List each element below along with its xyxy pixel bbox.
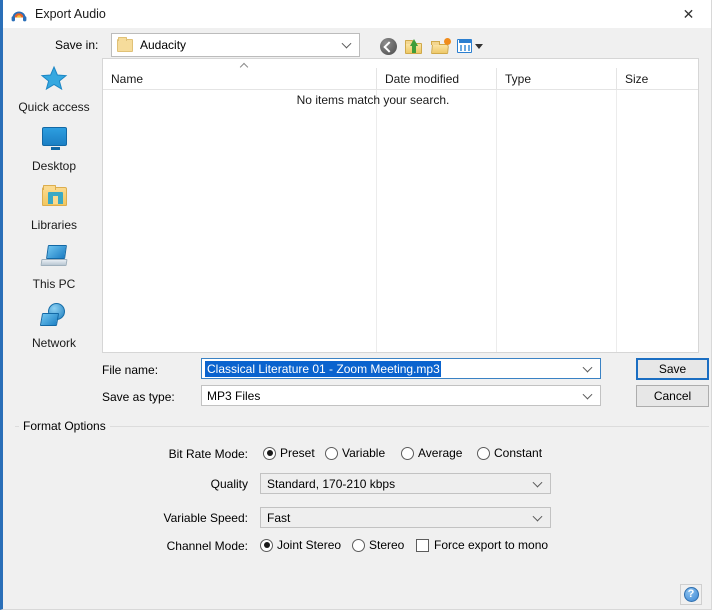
radio-label: Preset [280,446,315,460]
quality-combobox[interactable]: Standard, 170-210 kbps [260,473,551,494]
variable-speed-value: Fast [267,510,291,525]
back-button[interactable] [375,34,401,58]
up-one-level-button[interactable] [401,34,427,58]
folder-icon [117,36,133,52]
radio-icon [352,538,365,552]
checkbox-force-export-to-mono[interactable]: Force export to mono [416,538,548,552]
format-options-legend: Format Options [19,419,110,433]
this-pc-icon [37,241,71,273]
export-audio-dialog: Export Audio ✕ Save in: Audacity Quick a… [0,0,712,610]
checkbox-label: Force export to mono [434,538,549,552]
place-label: Quick access [18,100,90,114]
chevron-down-icon[interactable] [534,513,543,522]
radio-icon [260,538,273,552]
save-in-label: Save in: [55,38,99,52]
places-bar: Quick access Desktop Libraries This PC N… [10,64,98,352]
column-header-type[interactable]: Type [496,68,616,90]
up-one-level-icon [405,38,423,54]
place-item-desktop[interactable]: Desktop [10,123,98,181]
save-as-type-combobox[interactable]: MP3 Files [201,385,601,406]
save-in-combobox[interactable]: Audacity [111,33,360,57]
radio-icon [263,446,276,460]
back-icon [379,37,397,55]
quick-access-star-icon [37,64,71,96]
file-name-input[interactable]: Classical Literature 01 - Zoom Meeting.m… [201,358,601,379]
column-divider [376,90,377,352]
file-name-label: File name: [102,363,159,377]
radio-label: Stereo [369,538,405,552]
new-folder-button[interactable] [427,34,453,58]
close-icon[interactable]: ✕ [666,0,711,28]
window-title: Export Audio [35,7,106,21]
radio-bit-rate-constant[interactable]: Constant [477,446,542,460]
views-button[interactable] [453,34,487,58]
checkbox-icon [416,538,429,552]
place-item-network[interactable]: Network [10,300,98,358]
radio-icon [401,446,414,460]
file-name-value: Classical Literature 01 - Zoom Meeting.m… [205,360,441,377]
radio-bit-rate-variable[interactable]: Variable [325,446,385,460]
radio-label: Constant [494,446,543,460]
place-label: Libraries [30,218,78,232]
place-item-libraries[interactable]: Libraries [10,182,98,240]
quality-label: Quality [210,477,248,491]
save-in-value: Audacity [140,38,187,52]
place-label: Desktop [31,159,77,173]
audacity-headphones-icon [10,5,28,23]
bit-rate-mode-label: Bit Rate Mode: [168,447,248,461]
place-item-this-pc[interactable]: This PC [10,241,98,299]
save-as-type-label: Save as type: [102,390,175,404]
column-header-date-modified[interactable]: Date modified [376,68,496,90]
radio-bit-rate-preset[interactable]: Preset [263,446,315,460]
radio-channel-stereo[interactable]: Stereo [352,538,404,552]
variable-speed-combobox[interactable]: Fast [260,507,551,528]
empty-list-message: No items match your search. [296,93,450,107]
radio-label: Average [418,446,463,460]
place-item-quick-access[interactable]: Quick access [10,64,98,122]
save-in-row: Save in: Audacity [3,33,712,59]
chevron-down-icon[interactable] [584,391,593,400]
desktop-monitor-icon [37,123,71,155]
radio-label: Variable [342,446,386,460]
network-icon [37,300,71,332]
quality-value: Standard, 170-210 kbps [267,476,396,491]
new-folder-icon [430,37,451,54]
column-divider [616,90,617,352]
channel-mode-label: Channel Mode: [166,539,248,553]
radio-channel-joint-stereo[interactable]: Joint Stereo [260,538,341,552]
place-label: This PC [32,277,76,291]
radio-label: Joint Stereo [277,538,342,552]
place-label: Network [31,336,76,350]
radio-icon [325,446,338,460]
chevron-down-icon[interactable] [343,40,352,49]
cancel-button[interactable]: Cancel [636,385,709,407]
navigation-toolbar [375,33,487,59]
variable-speed-label: Variable Speed: [163,511,248,525]
file-list[interactable]: Name Date modified Type Size No items ma… [102,58,699,353]
column-header-size[interactable]: Size [616,68,698,90]
column-divider [496,90,497,352]
column-header-name[interactable]: Name [103,68,376,90]
column-headers: Name Date modified Type Size [103,68,698,90]
title-bar: Export Audio ✕ [3,0,711,28]
chevron-down-icon[interactable] [475,43,483,49]
chevron-down-icon[interactable] [584,364,593,373]
help-icon: ? [683,587,699,602]
help-button[interactable]: ? [680,584,702,605]
save-as-type-value: MP3 Files [207,388,261,403]
radio-icon [477,446,490,460]
radio-bit-rate-average[interactable]: Average [401,446,462,460]
chevron-down-icon[interactable] [534,479,543,488]
save-button[interactable]: Save [636,358,709,380]
libraries-folder-icon [37,182,71,214]
views-icon [457,38,473,54]
